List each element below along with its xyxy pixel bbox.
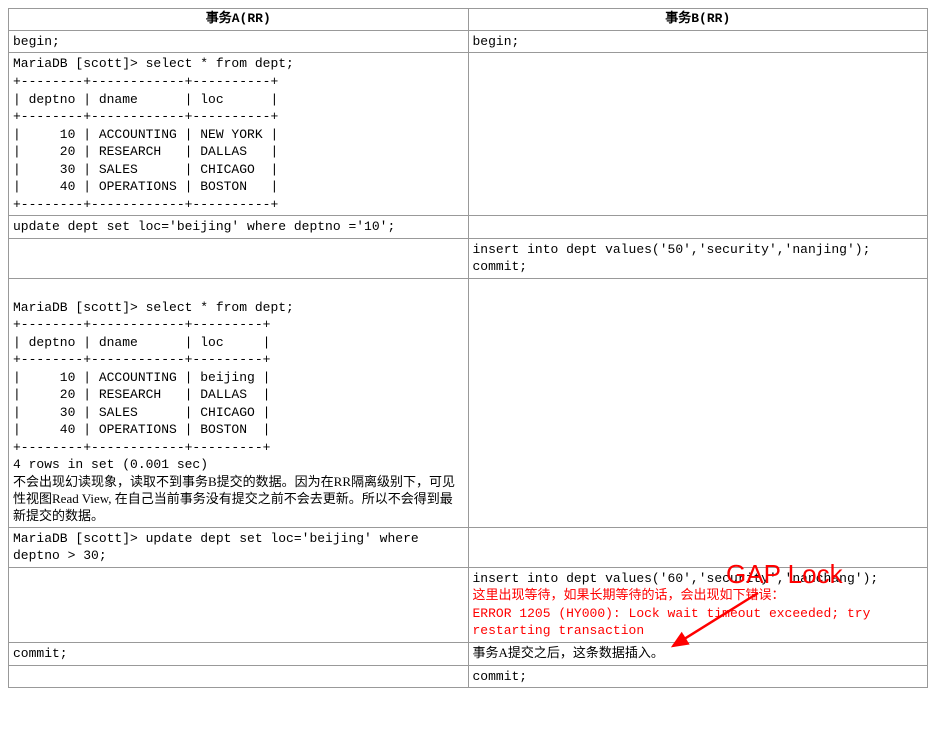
table-row: update dept set loc='beijing' where dept…	[9, 216, 928, 239]
col-a-header: 事务A(RR)	[9, 9, 469, 31]
gap-lock-annotation: GAP Lock	[726, 558, 843, 592]
col-b-header: 事务B(RR)	[468, 9, 928, 31]
cell-b-error: 这里出现等待，如果长期等待的话，会出现如下错误： ERROR 1205 (HY0…	[473, 587, 924, 640]
cell-a-select2: MariaDB [scott]> select * from dept; +--…	[13, 281, 464, 474]
page-wrap: 事务A(RR) 事务B(RR) begin; begin; MariaDB [s…	[8, 8, 938, 688]
table-row: MariaDB [scott]> select * from dept; +--…	[9, 279, 928, 528]
table-row: begin; begin;	[9, 30, 928, 53]
cell-a-update2: MariaDB [scott]> update dept set loc='be…	[13, 530, 464, 565]
cell-b-insert1: insert into dept values('50','security',…	[473, 241, 924, 276]
cell-b-begin: begin;	[473, 33, 924, 51]
table-row: commit;	[9, 665, 928, 688]
cell-b-after-commit: 事务A提交之后，这条数据插入。	[473, 645, 664, 660]
cell-a-select1: MariaDB [scott]> select * from dept; +--…	[13, 55, 464, 213]
table-header-row: 事务A(RR) 事务B(RR)	[9, 9, 928, 31]
cell-b-commit: commit;	[473, 668, 924, 686]
table-row: insert into dept values('50','security',…	[9, 238, 928, 278]
cell-a-note: 不会出现幻读现象，读取不到事务B提交的数据。因为在RR隔离级别下，可见性视图Re…	[13, 474, 464, 525]
table-row: commit; 事务A提交之后，这条数据插入。	[9, 642, 928, 665]
cell-b-insert2: insert into dept values('60','security',…	[473, 570, 924, 588]
cell-a-update1: update dept set loc='beijing' where dept…	[13, 218, 464, 236]
cell-a-begin: begin;	[13, 33, 464, 51]
table-row: MariaDB [scott]> select * from dept; +--…	[9, 53, 928, 216]
cell-a-commit: commit;	[13, 645, 464, 663]
